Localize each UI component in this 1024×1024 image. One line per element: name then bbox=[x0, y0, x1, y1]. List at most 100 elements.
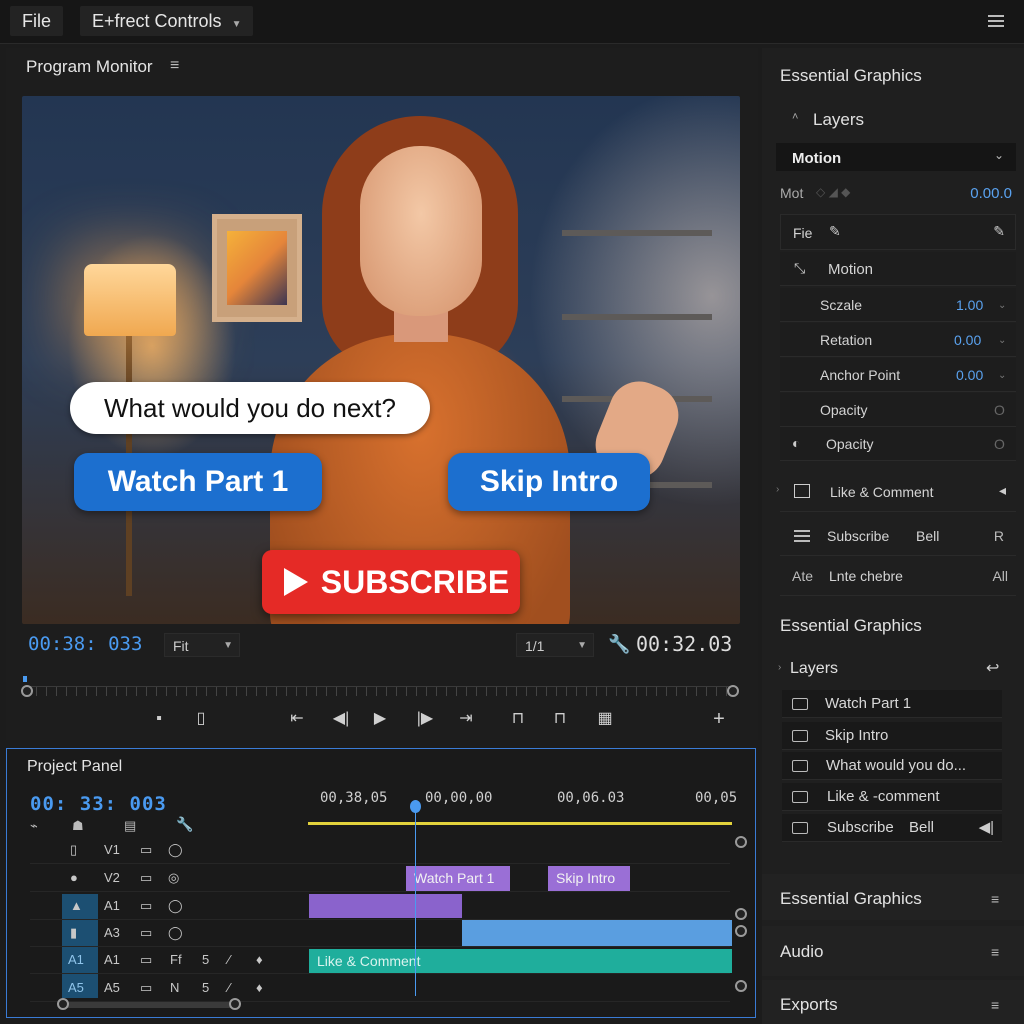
hamburger-menu-icon[interactable] bbox=[986, 11, 1006, 31]
scroll-knob[interactable] bbox=[735, 980, 747, 992]
keyframe-icon[interactable]: ◇ ◢ ◆ bbox=[816, 185, 850, 199]
mot-value[interactable]: 0.00.0 bbox=[970, 185, 1012, 202]
lift-icon[interactable]: ⊓ bbox=[507, 708, 529, 730]
track-toggle-icon[interactable]: ▭ bbox=[140, 925, 152, 941]
speaker-icon[interactable]: ♦ bbox=[256, 952, 263, 967]
snap-icon[interactable]: ⌁ bbox=[30, 818, 38, 834]
layer-item[interactable]: Like & -comment bbox=[782, 783, 1002, 811]
wrench-icon[interactable]: 🔧 bbox=[176, 816, 193, 833]
subscribe-row[interactable]: Subscribe Bell R bbox=[780, 516, 1016, 556]
extract-icon[interactable]: ⊓ bbox=[549, 708, 571, 730]
panel-menu-icon[interactable]: ≡ bbox=[991, 944, 999, 960]
track-toggle-icon[interactable]: ▭ bbox=[140, 842, 152, 858]
eye-icon[interactable]: ◎ bbox=[168, 870, 179, 886]
scroll-knob[interactable] bbox=[735, 908, 747, 920]
track-row-a5[interactable]: A5 A5 ▭ N 5 ⁄ ♦ bbox=[30, 976, 730, 1002]
chevron-down-icon[interactable]: ⌄ bbox=[998, 370, 1006, 381]
track-toggle-icon[interactable]: ▭ bbox=[140, 952, 152, 968]
panel-menu-icon[interactable]: ≡ bbox=[170, 57, 179, 75]
video-preview[interactable]: What would you do next? Watch Part 1 Ski… bbox=[22, 96, 740, 624]
current-timecode[interactable]: 00:38: 033 bbox=[28, 633, 142, 655]
mark-in-icon[interactable]: ▪ bbox=[148, 708, 170, 730]
clip-like-comment[interactable]: Like & Comment bbox=[309, 949, 732, 973]
scrub-bar[interactable] bbox=[26, 686, 734, 696]
track-solo[interactable]: 5 bbox=[202, 980, 209, 995]
work-area-bar[interactable] bbox=[308, 822, 732, 825]
linked-icon[interactable]: ☗ bbox=[72, 818, 84, 834]
clip-watch-part-1[interactable]: Watch Part 1 bbox=[406, 866, 510, 891]
property-value[interactable]: 0.00 bbox=[954, 332, 981, 348]
pen-icon[interactable]: ✎ bbox=[829, 223, 841, 240]
panel-menu-icon[interactable]: ≡ bbox=[991, 891, 999, 907]
step-back-icon[interactable]: ◀| bbox=[330, 708, 352, 730]
ate-all[interactable]: All bbox=[992, 568, 1008, 584]
track-row-v1[interactable]: ▯ V1 ▭ ◯ bbox=[30, 838, 730, 864]
clip-blue[interactable] bbox=[462, 920, 732, 946]
eye-icon[interactable]: ◯ bbox=[168, 898, 183, 914]
eye-icon[interactable]: ◯ bbox=[168, 925, 183, 941]
scrub-end-handle[interactable] bbox=[727, 685, 739, 697]
opacity-value[interactable]: O bbox=[994, 436, 1005, 452]
chevron-right-icon[interactable]: › bbox=[778, 662, 781, 673]
mark-out-icon[interactable]: ▯ bbox=[190, 708, 212, 730]
track-lock-icon[interactable]: ▲ bbox=[70, 898, 83, 913]
layer-item[interactable]: Watch Part 1 bbox=[782, 690, 1002, 718]
speaker-icon[interactable]: ♦ bbox=[256, 980, 263, 995]
track-lock-icon[interactable]: ▯ bbox=[70, 842, 77, 858]
pen-icon[interactable]: ✎ bbox=[993, 223, 1005, 240]
mot-row[interactable]: Mot ◇ ◢ ◆ 0.00.0 bbox=[780, 176, 1016, 210]
property-row-rotation[interactable]: Retation 0.00 ⌄ bbox=[780, 323, 1016, 357]
subscribe-overlay[interactable]: SUBSCRIBE bbox=[262, 550, 520, 614]
opacity-row[interactable]: ◐ Opacity O bbox=[780, 427, 1016, 461]
scroll-knob[interactable] bbox=[735, 925, 747, 937]
scrub-start-handle[interactable] bbox=[21, 685, 33, 697]
zoom-select[interactable]: Fit ▼ bbox=[164, 633, 240, 657]
resolution-select[interactable]: 1/1 ▼ bbox=[516, 633, 594, 657]
chevron-down-icon[interactable]: ⌄ bbox=[998, 335, 1006, 346]
mic-icon[interactable]: ⁄ bbox=[228, 952, 230, 967]
motion-select[interactable]: Motion ⌄ bbox=[776, 143, 1016, 171]
panel-menu-icon[interactable]: ≡ bbox=[991, 997, 999, 1013]
property-row-anchor-point[interactable]: Anchor Point 0.00 ⌄ bbox=[780, 358, 1016, 392]
fie-row[interactable]: Fie ✎ ✎ bbox=[780, 214, 1016, 250]
property-row-opacity[interactable]: Opacity O bbox=[780, 393, 1016, 427]
undo-icon[interactable]: ↩ bbox=[986, 658, 999, 678]
export-frame-icon[interactable]: ▦ bbox=[594, 708, 616, 730]
chevron-right-icon[interactable]: › bbox=[776, 484, 779, 495]
track-mute[interactable]: Ff bbox=[170, 952, 182, 967]
motion-group-row[interactable]: ⤡ Motion bbox=[780, 252, 1016, 286]
property-row-scale[interactable]: Sczale 1.00 ⌄ bbox=[780, 288, 1016, 322]
clip-purple[interactable] bbox=[309, 894, 462, 918]
speaker-icon[interactable]: ◀︎| bbox=[979, 814, 994, 842]
chevron-down-icon[interactable]: ⌄ bbox=[998, 300, 1006, 311]
ate-row[interactable]: Ate Lnte chebre All bbox=[780, 558, 1016, 596]
clip-skip-intro[interactable]: Skip Intro bbox=[548, 866, 630, 891]
add-button-icon[interactable]: + bbox=[708, 708, 730, 730]
arrow-left-icon[interactable]: ◂ bbox=[999, 482, 1006, 499]
track-toggle-icon[interactable]: ▭ bbox=[140, 898, 152, 914]
like-comment-row[interactable]: Like & Comment ◂ bbox=[780, 472, 1016, 512]
mic-icon[interactable]: ⁄ bbox=[228, 980, 230, 995]
step-forward-icon[interactable]: |▶ bbox=[414, 708, 436, 730]
layer-item[interactable]: Subscribe Bell ◀︎| bbox=[782, 814, 1002, 842]
playhead-handle[interactable] bbox=[410, 800, 421, 813]
question-overlay[interactable]: What would you do next? bbox=[70, 382, 430, 434]
play-button-icon[interactable]: ▶ bbox=[369, 708, 391, 730]
property-value[interactable]: 1.00 bbox=[956, 297, 983, 313]
effect-controls-menu[interactable]: E+frect Controls ▼ bbox=[80, 6, 254, 36]
track-solo[interactable]: 5 bbox=[202, 952, 209, 967]
file-menu[interactable]: File bbox=[10, 6, 64, 36]
chevron-up-icon[interactable]: ˄ bbox=[792, 111, 798, 123]
property-value[interactable]: 0.00 bbox=[956, 367, 983, 383]
property-value[interactable]: O bbox=[994, 402, 1005, 418]
layer-item[interactable]: Skip Intro bbox=[782, 722, 1002, 750]
timeline-timecode[interactable]: 00: 33: 003 bbox=[30, 793, 167, 815]
horizontal-scrollbar[interactable] bbox=[62, 1002, 238, 1008]
track-mute[interactable]: N bbox=[170, 980, 179, 995]
track-toggle-icon[interactable]: ▭ bbox=[140, 980, 152, 996]
markers-icon[interactable]: ▤ bbox=[124, 818, 136, 834]
skip-intro-overlay[interactable]: Skip Intro bbox=[448, 453, 650, 511]
scroll-knob[interactable] bbox=[735, 836, 747, 848]
track-lock-icon[interactable]: ▮ bbox=[70, 925, 77, 941]
layer-item[interactable]: What would you do... bbox=[782, 752, 1002, 780]
